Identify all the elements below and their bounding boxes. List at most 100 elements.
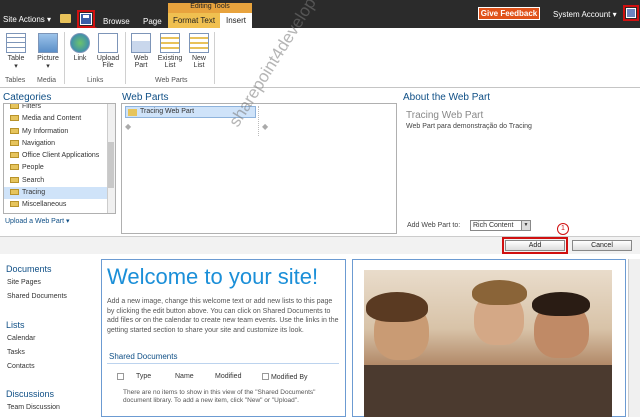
nav-link[interactable]: Tasks (7, 349, 25, 356)
category-label: Filters (22, 103, 42, 110)
team-photo (364, 270, 612, 417)
new-list-label: New (191, 55, 206, 62)
highlight-box-ribbon (623, 5, 639, 21)
ribbon-divider (64, 32, 65, 84)
welcome-text: Add a new image, change this welcome tex… (107, 298, 339, 334)
welcome-title: Welcome to your site! (107, 264, 319, 289)
table-button[interactable]: Table ▾ (4, 33, 28, 70)
nav-link[interactable]: Calendar (7, 335, 35, 342)
picture-label: Picture (37, 55, 59, 62)
tab-page[interactable]: Page (143, 17, 162, 26)
column-header-modified[interactable]: Modified (215, 373, 241, 380)
list-item[interactable]: My Information (4, 126, 115, 138)
link-icon (70, 33, 90, 53)
upload-sub-label: File (102, 62, 114, 69)
nav-link[interactable]: Site Pages (7, 279, 41, 286)
folder-icon (10, 164, 19, 171)
list-item[interactable]: Office Client Applications (4, 150, 115, 162)
category-label: Tracing (22, 189, 46, 197)
scroll-left-icon[interactable]: ◆ (125, 122, 131, 131)
nav-link[interactable]: Shared Documents (7, 293, 67, 300)
about-description: Web Part para demonstração do Tracing (406, 123, 532, 130)
group-label-tables: Tables (5, 77, 26, 84)
group-label-web-parts: Web Parts (155, 77, 188, 84)
nav-link[interactable]: Contacts (7, 363, 35, 370)
ribbon-divider (214, 32, 215, 84)
tab-format-text[interactable]: Format Text (168, 13, 220, 28)
zone-value: Rich Content (473, 222, 514, 229)
web-part-button[interactable]: Web Part (129, 33, 153, 69)
ribbon-divider (125, 32, 126, 84)
folder-icon (10, 152, 19, 159)
person-hair (366, 292, 428, 322)
table-icon (6, 33, 26, 53)
add-web-part-to-label: Add Web Part to: (407, 222, 461, 229)
column-header-type[interactable]: Type (136, 373, 151, 380)
web-part-icon (131, 33, 151, 53)
give-feedback-button[interactable]: Give Feedback (478, 7, 540, 20)
highlight-box-add (502, 237, 568, 254)
list-item[interactable]: Search (4, 175, 115, 187)
list-item[interactable]: Navigation (4, 138, 115, 150)
link-button[interactable]: Link (68, 33, 92, 62)
shared-documents-title[interactable]: Shared Documents (109, 352, 177, 361)
categories-scrollbar[interactable] (107, 104, 115, 213)
new-list-icon (189, 33, 209, 53)
existing-list-icon (160, 33, 180, 53)
column-header-modified-by[interactable]: Modified By (262, 373, 308, 381)
zone-select[interactable]: Rich Content ▼ (470, 220, 531, 231)
page-scrollbar[interactable] (628, 259, 640, 417)
nav-link[interactable]: Team Discussion (7, 404, 60, 411)
nav-heading-discussions[interactable]: Discussions (6, 389, 54, 399)
table-label: Table (7, 55, 25, 62)
new-list-button[interactable]: New List (187, 33, 211, 69)
folder-icon (10, 115, 19, 122)
annotation-1: 1 (557, 223, 569, 235)
group-label-media: Media (37, 77, 57, 84)
modified-by-label: Modified By (270, 374, 308, 381)
picture-button[interactable]: Picture ▾ (35, 33, 61, 70)
about-part-name: Tracing Web Part (406, 110, 484, 121)
column-divider (258, 106, 259, 136)
category-label: Search (22, 176, 45, 184)
tab-insert[interactable]: Insert (220, 13, 252, 28)
folder-icon (10, 139, 19, 146)
web-parts-list[interactable]: Tracing Web Part ◆ ◆ (121, 103, 397, 234)
list-item[interactable]: Media and Content (4, 113, 115, 125)
select-all-checkbox[interactable] (117, 373, 124, 381)
list-item-selected[interactable]: Tracing (4, 187, 115, 200)
upload-icon (98, 33, 118, 53)
highlight-box-save (77, 10, 95, 28)
scrollbar-thumb[interactable] (108, 142, 114, 188)
web-part-label: Web (133, 55, 149, 62)
tab-browse[interactable]: Browse (103, 17, 130, 26)
existing-list-button[interactable]: Existing List (155, 33, 185, 69)
scroll-right-icon[interactable]: ◆ (262, 122, 268, 131)
picture-dropdown: ▾ (46, 63, 50, 70)
navigate-up-icon[interactable] (60, 14, 71, 23)
nav-heading-documents[interactable]: Documents (6, 264, 52, 274)
clothing-area (364, 365, 612, 417)
category-label: Office Client Applications (22, 152, 100, 160)
top-bar (0, 0, 640, 28)
cancel-button[interactable]: Cancel (572, 240, 632, 251)
existing-list-label: Existing (157, 55, 183, 62)
web-part-icon (128, 109, 137, 116)
empty-library-message: There are no items to show in this view … (123, 389, 316, 404)
checkbox-icon (117, 373, 124, 380)
site-actions-menu[interactable]: Site Actions ▾ (3, 15, 51, 24)
list-item[interactable]: Filters (4, 103, 115, 113)
web-part-item-selected[interactable]: Tracing Web Part (125, 106, 256, 118)
system-account-menu[interactable]: System Account ▾ (553, 10, 617, 19)
category-label: My Information (22, 127, 69, 135)
list-item[interactable]: People (4, 162, 115, 174)
upload-file-button[interactable]: Upload File (94, 33, 122, 69)
upload-label: Upload (96, 55, 120, 62)
column-header-name[interactable]: Name (175, 373, 194, 380)
nav-heading-lists[interactable]: Lists (6, 320, 25, 330)
list-item[interactable]: Miscellaneous (4, 199, 115, 211)
existing-list-sub-label: List (164, 62, 176, 69)
categories-heading: Categories (3, 92, 52, 103)
categories-list[interactable]: Filters Media and Content My Information… (3, 103, 116, 214)
upload-web-part-link[interactable]: Upload a Web Part ▾ (5, 217, 69, 225)
